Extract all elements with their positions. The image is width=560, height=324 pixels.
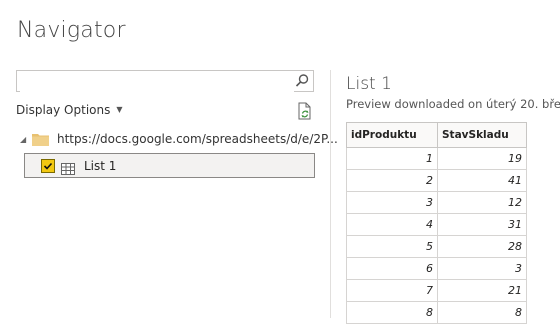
display-options-label: Display Options [16, 103, 111, 117]
column-header-stavskladu[interactable]: StavSkladu [437, 122, 527, 148]
table-cell: 31 [437, 213, 527, 236]
table-cell: 8 [437, 301, 527, 324]
table-cell: 12 [437, 191, 527, 214]
refresh-icon[interactable] [297, 102, 313, 120]
table-cell: 3 [346, 191, 438, 214]
pane-divider[interactable] [330, 70, 331, 318]
tree-item-label: List 1 [84, 158, 117, 173]
preview-title: List 1 [346, 74, 392, 94]
collapse-triangle-icon[interactable]: ◢ [20, 135, 30, 144]
table-icon [61, 160, 75, 175]
chevron-down-icon: ▼ [116, 104, 123, 114]
table-row: 8 8 [346, 301, 527, 324]
column-header-idproduktu[interactable]: idProduktu [346, 122, 438, 148]
search-icon[interactable] [293, 72, 311, 90]
table-cell: 7 [346, 279, 438, 302]
table-cell: 21 [437, 279, 527, 302]
preview-subtitle: Preview downloaded on úterý 20. březn [346, 97, 560, 111]
table-cell: 28 [437, 235, 527, 258]
table-row: 3 12 [346, 191, 527, 214]
display-options-dropdown[interactable]: Display Options ▼ [16, 103, 123, 117]
table-cell: 1 [346, 147, 438, 170]
search-field[interactable] [20, 72, 294, 92]
tree-root-label: https://docs.google.com/spreadsheets/d/e… [57, 132, 338, 146]
search-input[interactable] [16, 70, 314, 92]
tree-root-node[interactable]: ◢ https://docs.google.com/spreadsheets/d… [20, 132, 338, 146]
table-row: 4 31 [346, 213, 527, 236]
table-cell: 5 [346, 235, 438, 258]
table-cell: 3 [437, 257, 527, 280]
window-title: Navigator [17, 18, 126, 43]
preview-table: idProduktu StavSkladu 1 19 2 41 3 12 4 3… [346, 122, 527, 324]
table-cell: 6 [346, 257, 438, 280]
table-row: 6 3 [346, 257, 527, 280]
table-cell: 8 [346, 301, 438, 324]
table-row: 5 28 [346, 235, 527, 258]
table-cell: 2 [346, 169, 438, 192]
folder-icon [32, 132, 49, 146]
table-cell: 4 [346, 213, 438, 236]
table-cell: 19 [437, 147, 527, 170]
table-header-row: idProduktu StavSkladu [346, 122, 527, 148]
list1-checkbox[interactable] [41, 158, 55, 173]
table-cell: 41 [437, 169, 527, 192]
tree-item-list1[interactable]: List 1 [24, 153, 315, 178]
table-row: 2 41 [346, 169, 527, 192]
table-row: 1 19 [346, 147, 527, 170]
table-row: 7 21 [346, 279, 527, 302]
